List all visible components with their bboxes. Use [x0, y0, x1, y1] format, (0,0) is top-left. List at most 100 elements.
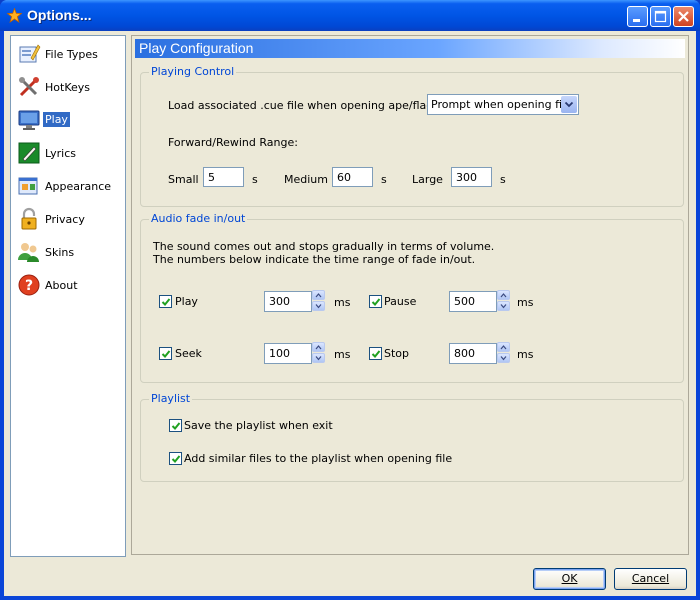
arrow-down-icon — [500, 356, 507, 361]
spin-down-button[interactable] — [312, 301, 325, 311]
play-fade-spinner[interactable] — [312, 290, 325, 312]
playlist-group: Playlist Save the playlist when exit Add… — [140, 392, 684, 482]
large-range-input[interactable] — [451, 167, 492, 187]
save-playlist-checkbox[interactable] — [169, 419, 182, 432]
checkmark-icon — [161, 298, 171, 306]
seek-fade-label: Seek — [175, 347, 202, 360]
seek-fade-checkbox[interactable] — [159, 347, 172, 360]
save-playlist-label: Save the playlist when exit — [184, 419, 333, 432]
large-unit: s — [500, 173, 506, 186]
arrow-down-icon — [500, 304, 507, 309]
spin-up-button[interactable] — [312, 290, 325, 300]
pause-fade-checkbox[interactable] — [369, 295, 382, 308]
sidebar-item-hotkeys[interactable]: HotKeys — [11, 71, 125, 104]
seek-fade-unit: ms — [334, 348, 351, 361]
lock-icon — [21, 207, 37, 230]
cue-select[interactable]: Prompt when opening file — [427, 94, 579, 115]
sidebar-item-lyrics[interactable]: Lyrics — [11, 137, 125, 170]
close-icon — [678, 11, 689, 22]
small-range-input[interactable] — [203, 167, 244, 187]
arrow-down-icon — [315, 304, 322, 309]
stop-fade-spinner[interactable] — [497, 342, 510, 364]
add-similar-files-label: Add similar files to the playlist when o… — [184, 452, 453, 465]
sidebar-item-label: File Types — [45, 48, 98, 61]
svg-text:?: ? — [25, 278, 33, 294]
sidebar-item-label: About — [45, 279, 78, 292]
arrow-up-icon — [500, 345, 507, 350]
category-list[interactable]: File Types HotKeys Play Lyrics Appearanc… — [10, 35, 126, 557]
hotkeys-icon — [19, 77, 39, 97]
skins-users-icon — [18, 243, 39, 262]
audio-fade-group: Audio fade in/out The sound comes out an… — [140, 212, 684, 383]
medium-range-input[interactable] — [332, 167, 373, 187]
medium-unit: s — [381, 173, 387, 186]
play-fade-input[interactable] — [264, 291, 312, 312]
minimize-button[interactable] — [627, 6, 648, 27]
panel-header: Play Configuration — [135, 39, 685, 58]
arrow-up-icon — [315, 345, 322, 350]
file-types-icon — [19, 44, 41, 63]
arrow-up-icon — [315, 293, 322, 298]
group-legend: Playlist — [149, 392, 193, 405]
dialog-client: File Types HotKeys Play Lyrics Appearanc… — [4, 31, 696, 596]
dropdown-button[interactable] — [561, 96, 577, 113]
sidebar-item-label: HotKeys — [45, 81, 90, 94]
pause-fade-spinner[interactable] — [497, 290, 510, 312]
spin-up-button[interactable] — [312, 342, 325, 352]
spin-down-button[interactable] — [312, 353, 325, 363]
arrow-up-icon — [500, 293, 507, 298]
checkmark-icon — [171, 455, 181, 463]
spin-down-button[interactable] — [497, 301, 510, 311]
appearance-icon — [18, 177, 38, 195]
medium-label: Medium — [284, 173, 328, 186]
close-button[interactable] — [673, 6, 694, 27]
pause-fade-input[interactable] — [449, 291, 497, 312]
page-title: Play Configuration — [139, 40, 254, 56]
stop-fade-input[interactable] — [449, 343, 497, 364]
playing-control-group: Playing Control Load associated .cue fil… — [140, 65, 684, 207]
star-icon — [7, 8, 22, 23]
stop-fade-unit: ms — [517, 348, 534, 361]
chevron-down-icon — [564, 101, 574, 108]
options-window: Options... File Types HotKeys Play Lyric… — [0, 0, 700, 600]
sidebar-item-about[interactable]: ? About — [11, 269, 125, 302]
cancel-button[interactable]: Cancel — [614, 568, 687, 590]
checkmark-icon — [371, 298, 381, 306]
sidebar-item-label: Play — [42, 111, 71, 128]
fade-description-line1: The sound comes out and stops gradually … — [153, 240, 495, 253]
cue-select-value: Prompt when opening file — [431, 98, 572, 111]
spin-up-button[interactable] — [497, 342, 510, 352]
seek-fade-spinner[interactable] — [312, 342, 325, 364]
sidebar-item-label: Privacy — [45, 213, 85, 226]
lyrics-pen-icon — [18, 142, 40, 164]
sidebar-item-privacy[interactable]: Privacy — [11, 203, 125, 236]
sidebar-item-file-types[interactable]: File Types — [11, 38, 125, 71]
checkmark-icon — [161, 350, 171, 358]
monitor-icon — [18, 110, 40, 130]
sidebar-item-play[interactable]: Play — [11, 104, 125, 137]
play-fade-checkbox[interactable] — [159, 295, 172, 308]
play-fade-label: Play — [175, 295, 198, 308]
title-bar[interactable]: Options... — [0, 0, 700, 31]
sidebar-item-label: Appearance — [45, 180, 112, 193]
sidebar-item-skins[interactable]: Skins — [11, 236, 125, 269]
large-label: Large — [412, 173, 443, 186]
maximize-button[interactable] — [650, 6, 671, 27]
minimize-icon — [633, 19, 640, 22]
stop-fade-checkbox[interactable] — [369, 347, 382, 360]
window-title: Options... — [27, 7, 92, 23]
sidebar-item-appearance[interactable]: Appearance — [11, 170, 125, 203]
add-similar-files-checkbox[interactable] — [169, 452, 182, 465]
ok-button-label: OK — [561, 572, 578, 585]
settings-panel: Play Configuration Playing Control Load … — [131, 35, 689, 555]
ok-button[interactable]: OK — [533, 568, 606, 590]
checkmark-icon — [371, 350, 381, 358]
checkmark-icon — [171, 422, 181, 430]
cue-label: Load associated .cue file when opening a… — [168, 99, 453, 112]
help-icon: ? — [18, 274, 40, 296]
spin-up-button[interactable] — [497, 290, 510, 300]
spin-down-button[interactable] — [497, 353, 510, 363]
fade-description-line2: The numbers below indicate the time rang… — [153, 253, 476, 266]
group-legend: Audio fade in/out — [149, 212, 248, 225]
seek-fade-input[interactable] — [264, 343, 312, 364]
